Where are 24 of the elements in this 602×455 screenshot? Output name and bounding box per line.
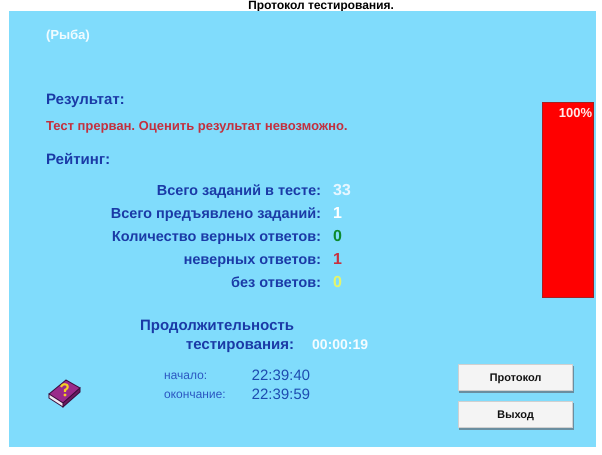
stat-label: Всего предъявлено заданий:	[110, 206, 321, 222]
stat-label: Всего заданий в тесте:	[156, 183, 321, 199]
stat-label: Количество верных ответов:	[110, 229, 321, 245]
duration-label: Продолжительность тестирования:	[139, 316, 294, 354]
stat-value: 1	[333, 251, 343, 269]
page-title: Протокол тестирования.	[247, 0, 395, 11]
stat-value: 0	[333, 228, 343, 246]
result-heading: Результат:	[46, 91, 126, 108]
time-value: 22:39:40	[252, 366, 310, 385]
time-label: начало:	[164, 367, 208, 384]
action-button[interactable]: Выход	[458, 401, 573, 428]
time-label: окончание:	[164, 386, 226, 403]
result-message: Тест прерван. Оценить результат невозможно.	[46, 118, 348, 133]
duration-value: 00:00:19	[312, 336, 370, 352]
action-button[interactable]: Протокол	[458, 364, 573, 391]
stat-value: 1	[333, 205, 343, 223]
stat-label: без ответов:	[230, 275, 321, 291]
time-value: 22:39:59	[252, 385, 310, 404]
stat-label: неверных ответов:	[182, 252, 321, 268]
stat-value: 0	[333, 274, 343, 292]
subject-name: (Рыба)	[46, 27, 91, 42]
rating-heading: Рейтинг:	[46, 151, 112, 168]
stat-value: 33	[333, 182, 352, 200]
meter-reading: 100%	[558, 105, 592, 120]
